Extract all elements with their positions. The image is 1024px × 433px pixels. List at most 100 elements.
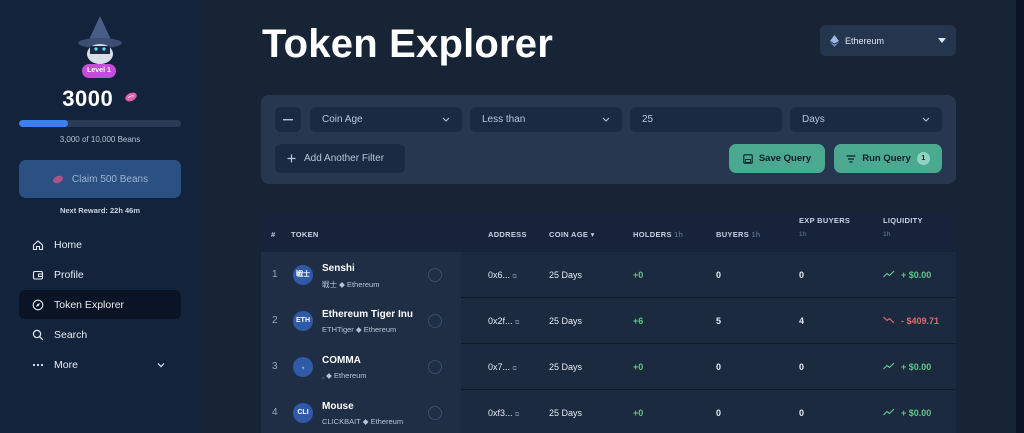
col-holders-timeframe: 1h xyxy=(674,230,684,239)
trend-down-icon xyxy=(883,316,895,324)
sidebar-item-search[interactable]: Search xyxy=(19,320,181,349)
coin-age: 25 Days xyxy=(549,362,583,372)
token-symbol-chain: 戦士 ◆ Ethereum xyxy=(322,280,380,289)
token-logo: , xyxy=(293,357,313,377)
beans-progress-text: 3,000 of 10,000 Beans xyxy=(59,135,141,144)
remove-filter-button[interactable] xyxy=(275,107,301,132)
filter-unit-value: Days xyxy=(802,114,825,125)
copy-icon: ⧉ xyxy=(512,366,517,372)
liquidity-change: + $0.00 xyxy=(901,362,932,372)
filter-field-select[interactable]: Coin Age xyxy=(310,107,462,132)
sidebar-nav: Home Profile Token Explorer Search More xyxy=(19,230,181,380)
bean-icon xyxy=(125,92,137,102)
token-table: # TOKEN ADDRESS COIN AGE ▾ HOLDERS 1h BU… xyxy=(261,212,956,433)
token-address-value: 0x7... xyxy=(488,362,511,372)
table-row[interactable]: 1 戦士 Senshi 戦士 ◆ Ethereum 0x6... ⧉ 25 Da… xyxy=(261,252,956,298)
chevron-down-icon xyxy=(157,362,165,367)
sidebar: Level 1 3000 3,000 of 10,000 Beans Claim… xyxy=(0,0,200,433)
sidebar-item-label: Search xyxy=(54,328,88,341)
chevron-down-icon xyxy=(922,117,930,122)
token-symbol-chain: , ◆ Ethereum xyxy=(322,371,367,380)
sidebar-item-label: Profile xyxy=(54,268,84,281)
shield-icon[interactable] xyxy=(428,268,442,282)
token-address[interactable]: 0x7... ⧉ xyxy=(488,362,517,373)
row-rank: 3 xyxy=(272,361,278,372)
col-liquidity[interactable]: LIQUIDITY 1h xyxy=(883,216,923,238)
filter-operator-value: Less than xyxy=(482,114,526,125)
sidebar-item-token-explorer[interactable]: Token Explorer xyxy=(19,290,181,319)
token-chain: Ethereum xyxy=(370,417,404,426)
chain-select[interactable]: Ethereum xyxy=(820,25,956,56)
filter-operator-select[interactable]: Less than xyxy=(470,107,622,132)
liquidity-change: + $0.00 xyxy=(901,270,932,280)
table-row[interactable]: 2 ETH Ethereum Tiger Inu ETHTiger ◆ Ethe… xyxy=(261,298,956,344)
chevron-down-icon xyxy=(442,117,450,122)
row-rank: 4 xyxy=(272,407,278,418)
liquidity-change: + $0.00 xyxy=(901,408,932,418)
holders-change: +0 xyxy=(633,408,644,418)
col-holders-label: HOLDERS xyxy=(633,230,672,239)
buyers-count: 5 xyxy=(716,316,722,326)
add-filter-label: Add Another Filter xyxy=(304,153,385,164)
col-address: ADDRESS xyxy=(488,230,527,239)
coin-age: 25 Days xyxy=(549,270,583,280)
level-badge: Level 1 xyxy=(82,64,116,78)
holders-change: +0 xyxy=(633,362,644,372)
token-address-value: 0x2f... xyxy=(488,316,513,326)
token-address[interactable]: 0x6... ⧉ xyxy=(488,270,517,281)
token-address-value: 0xf3... xyxy=(488,408,513,418)
sidebar-item-label: More xyxy=(54,358,78,371)
exp-buyers-count: 0 xyxy=(799,362,805,372)
col-holders[interactable]: HOLDERS 1h xyxy=(633,230,683,239)
table-row[interactable]: 3 , COMMA , ◆ Ethereum 0x7... ⧉ 25 Days … xyxy=(261,344,956,390)
save-query-label: Save Query xyxy=(758,153,812,164)
token-symbol: , xyxy=(322,371,325,380)
filter-icon xyxy=(846,154,856,163)
sidebar-item-label: Home xyxy=(54,238,83,251)
shield-icon[interactable] xyxy=(428,314,442,328)
table-row[interactable]: 4 CLI Mouse CLICKBAIT ◆ Ethereum 0xf3...… xyxy=(261,390,956,433)
token-symbol-chain: CLICKBAIT ◆ Ethereum xyxy=(322,417,404,426)
next-reward-timer: Next Reward: 22h 46m xyxy=(59,206,141,215)
sidebar-item-profile[interactable]: Profile xyxy=(19,260,181,289)
liquidity-change: - $409.71 xyxy=(901,316,940,326)
home-icon xyxy=(32,239,44,250)
run-query-label: Run Query xyxy=(862,153,911,164)
row-rank: 1 xyxy=(272,269,278,280)
buyers-count: 0 xyxy=(716,362,722,372)
beans-progress-bar xyxy=(19,120,181,127)
claim-beans-button[interactable]: Claim 500 Beans xyxy=(19,160,181,198)
token-address[interactable]: 0x2f... ⧉ xyxy=(488,316,519,327)
shield-icon[interactable] xyxy=(428,360,442,374)
compass-icon xyxy=(32,299,44,310)
chain-select-value: Ethereum xyxy=(845,35,885,46)
exp-buyers-count: 0 xyxy=(799,408,805,418)
token-address-value: 0x6... xyxy=(488,270,511,280)
exp-buyers-count: 4 xyxy=(799,316,805,326)
token-address[interactable]: 0xf3... ⧉ xyxy=(488,408,519,419)
shield-icon[interactable] xyxy=(428,406,442,420)
col-buyers[interactable]: BUYERS 1h xyxy=(716,230,760,239)
col-liquidity-timeframe: 1h xyxy=(883,231,891,238)
col-coin-age[interactable]: COIN AGE ▾ xyxy=(549,230,595,239)
holders-change: +0 xyxy=(633,270,644,280)
bean-icon xyxy=(53,175,63,183)
filter-value-input[interactable]: 25 xyxy=(630,107,782,132)
save-icon xyxy=(743,153,753,164)
col-liquidity-label: LIQUIDITY xyxy=(883,216,923,225)
col-exp-buyers[interactable]: EXP BUYERS 1h xyxy=(799,216,850,238)
run-query-button[interactable]: Run Query 1 xyxy=(834,144,942,173)
filter-unit-select[interactable]: Days xyxy=(790,107,942,132)
col-exp-buyers-label: EXP BUYERS xyxy=(799,216,851,225)
run-query-count-badge: 1 xyxy=(916,152,930,165)
sidebar-item-more[interactable]: More xyxy=(19,350,181,379)
buyers-count: 0 xyxy=(716,408,722,418)
sidebar-item-home[interactable]: Home xyxy=(19,230,181,259)
token-chain: Ethereum xyxy=(346,280,380,289)
table-header: # TOKEN ADDRESS COIN AGE ▾ HOLDERS 1h BU… xyxy=(261,212,956,252)
save-query-button[interactable]: Save Query xyxy=(729,144,825,173)
col-buyers-timeframe: 1h xyxy=(751,230,761,239)
plus-icon xyxy=(287,154,296,163)
add-filter-button[interactable]: Add Another Filter xyxy=(275,144,405,173)
search-icon xyxy=(32,329,44,340)
